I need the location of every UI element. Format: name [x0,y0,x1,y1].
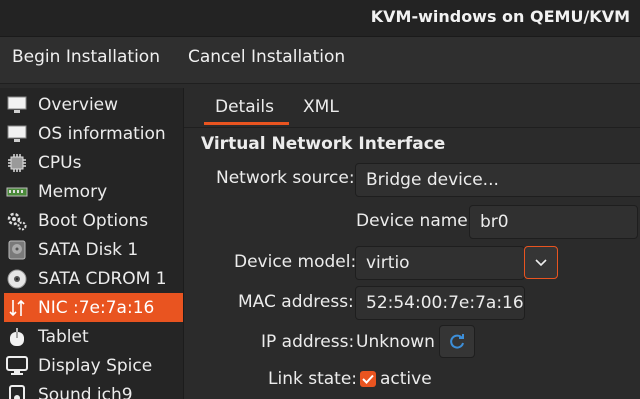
tab-xml[interactable]: XML [303,97,339,117]
sidebar-item-label: Sound ich9 [38,384,133,399]
ip-address-label: IP address: [261,332,355,352]
network-source-dropdown[interactable]: Bridge device... [355,163,640,197]
tab-divider [184,127,640,128]
hardware-sidebar: Overview OS information CPUs Memory Boot… [0,88,184,399]
cpu-icon [6,152,28,174]
network-source-label: Network source: [216,168,355,188]
tab-details[interactable]: Details [215,97,274,117]
mac-address-label: MAC address: [238,292,354,312]
mac-address-field[interactable]: 52:54:00:7e:7a:16 [355,286,525,320]
link-state-checkbox[interactable] [360,371,376,387]
active-tab-indicator [204,122,289,125]
sidebar-item-memory[interactable]: Memory [4,177,183,206]
sidebar-item-label: Tablet [38,326,89,347]
sidebar-item-label: Boot Options [38,210,149,231]
disk-icon [6,239,28,261]
refresh-ip-button[interactable] [439,325,475,358]
sidebar-item-overview[interactable]: Overview [4,90,183,119]
link-state-value: active [380,369,432,389]
sidebar-item-label: CPUs [38,152,82,173]
window-titlebar: KVM-windows on QEMU/KVM [0,0,640,37]
speaker-icon [6,384,28,399]
device-model-combo[interactable]: virtio [355,246,525,280]
device-model-value: virtio [366,253,410,273]
sidebar-item-cpus[interactable]: CPUs [4,148,183,177]
sidebar-item-sound[interactable]: Sound ich9 [4,380,183,399]
monitor-icon [6,123,28,145]
sidebar-item-label: NIC :7e:7a:16 [38,297,155,318]
ip-address-value: Unknown [356,332,435,352]
sidebar-item-label: SATA CDROM 1 [38,268,167,289]
begin-installation-button[interactable]: Begin Installation [10,47,162,67]
chevron-down-icon [535,258,547,266]
section-title: Virtual Network Interface [201,134,446,154]
memory-icon [6,181,28,203]
link-state-label: Link state: [268,369,358,389]
display-icon [6,355,28,377]
device-model-dropdown-button[interactable] [524,246,558,279]
network-source-value: Bridge device... [366,170,499,190]
sidebar-item-label: OS information [38,123,166,144]
device-name-field[interactable]: br0 [469,205,638,239]
monitor-icon [6,94,28,116]
device-model-label: Device model: [234,252,357,272]
device-name-label: Device name: [356,211,474,231]
sidebar-item-label: Display Spice [38,355,153,376]
sidebar-item-tablet[interactable]: Tablet [4,322,183,351]
refresh-icon [450,333,464,349]
window-title: KVM-windows on QEMU/KVM [370,7,630,26]
sidebar-item-nic[interactable]: NIC :7e:7a:16 [4,293,183,322]
mac-address-value: 52:54:00:7e:7a:16 [366,293,524,313]
device-name-value: br0 [480,212,509,232]
network-icon [6,297,28,319]
sidebar-item-boot-options[interactable]: Boot Options [4,206,183,235]
sidebar-item-label: SATA Disk 1 [38,239,139,260]
tablet-icon [6,326,28,348]
sidebar-item-sata-disk-1[interactable]: SATA Disk 1 [4,235,183,264]
sidebar-item-sata-cdrom-1[interactable]: SATA CDROM 1 [4,264,183,293]
toolbar: Begin Installation Cancel Installation [0,37,640,84]
details-panel: Details XML Virtual Network Interface Ne… [184,88,640,399]
sidebar-item-display-spice[interactable]: Display Spice [4,351,183,380]
cancel-installation-button[interactable]: Cancel Installation [186,47,347,67]
cdrom-icon [6,268,28,290]
sidebar-item-os-information[interactable]: OS information [4,119,183,148]
sidebar-item-label: Memory [38,181,108,202]
sidebar-item-label: Overview [38,94,119,115]
gears-icon [6,210,28,232]
checkmark-icon [362,374,374,384]
